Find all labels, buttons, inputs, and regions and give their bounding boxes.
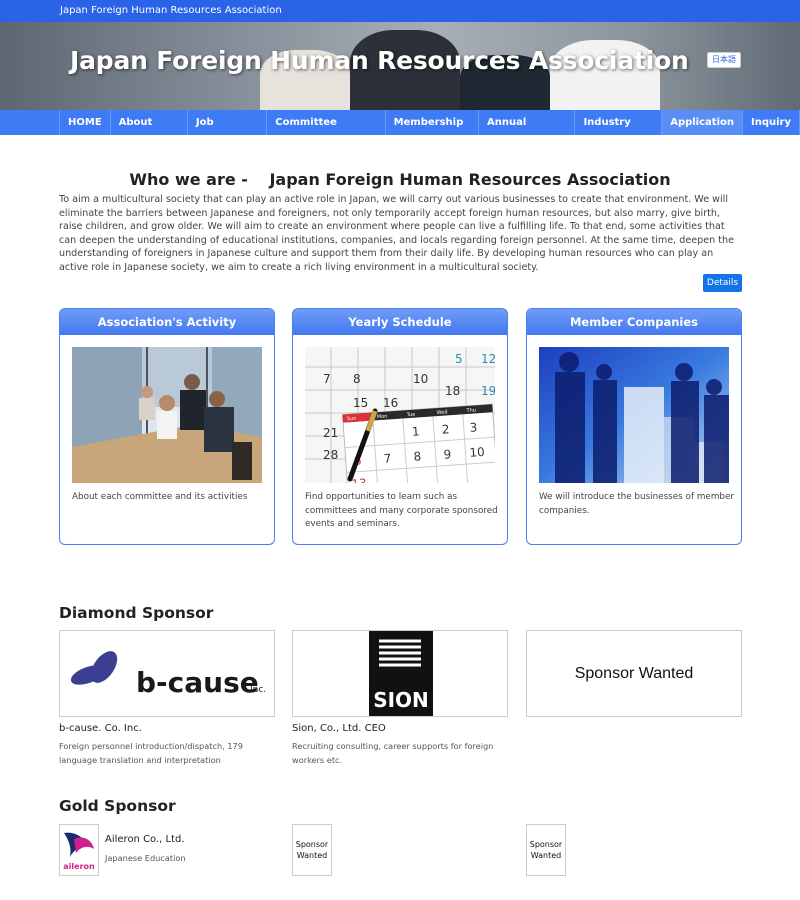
card-text: About each committee and its activities bbox=[72, 492, 248, 502]
details-button[interactable]: Details bbox=[703, 274, 742, 292]
calendar-front-cell: 9 bbox=[443, 447, 452, 461]
topbar-title: Japan Foreign Human Resources Associatio… bbox=[60, 5, 282, 16]
calendar-front-cell: 10 bbox=[469, 445, 485, 460]
sponsor-name: Sion, Co., Ltd. CEO bbox=[292, 723, 386, 734]
bcause-logo-text: b-cause bbox=[136, 666, 259, 699]
main-nav: HOME About JFHRA Job classified Committe… bbox=[0, 110, 800, 153]
nav-membership-list[interactable]: Membership list bbox=[384, 110, 478, 153]
calendar-front-cell: 1 bbox=[411, 424, 420, 438]
sponsor-name: b-cause. Co. Inc. bbox=[59, 723, 142, 734]
sion-logo-text: SION bbox=[373, 688, 429, 712]
nav-committee[interactable]: Committee acitivities bbox=[266, 110, 384, 153]
bcause-logo-suffix: Inc. bbox=[250, 685, 266, 695]
gold-sponsor-heading: Gold Sponsor bbox=[59, 797, 176, 815]
card-association-activity[interactable]: Association's Activity About each commit… bbox=[59, 308, 275, 545]
business-photo bbox=[539, 347, 729, 483]
calendar-front-cell: 8 bbox=[413, 449, 422, 463]
site-topbar: Japan Foreign Human Resources Associatio… bbox=[0, 0, 800, 22]
meeting-photo bbox=[72, 347, 262, 483]
calendar-day-header: Tue bbox=[406, 412, 416, 419]
calendar-photo: 5 12 7 8 10 19 15 16 18 21 22 28 29 Sun bbox=[305, 347, 495, 483]
card-title: Association's Activity bbox=[60, 309, 274, 335]
calendar-front-cell: 3 bbox=[469, 420, 478, 434]
diamond-sponsor-heading: Diamond Sponsor bbox=[59, 604, 214, 622]
calendar-front-cell: 7 bbox=[383, 451, 392, 465]
calendar-back-cell: 8 bbox=[353, 372, 361, 386]
nav-industry-event[interactable]: Industry Event bbox=[574, 110, 661, 153]
sponsor-description: Foreign personnel introduction/dispatch,… bbox=[59, 741, 243, 765]
hero-banner: Japan Foreign Human Resources Associatio… bbox=[0, 22, 800, 110]
sponsor-description: Recruiting consulting, career supports f… bbox=[292, 741, 494, 765]
sponsor-logo-bcause[interactable]: b-cause Inc. bbox=[59, 630, 275, 717]
nav-job-classified[interactable]: Job classified bbox=[186, 110, 266, 153]
nav-application[interactable]: Application bbox=[661, 110, 742, 135]
calendar-back-cell: 21 bbox=[323, 426, 338, 440]
calendar-day-header: Wed bbox=[436, 409, 447, 416]
language-switch-button[interactable]: 日本語 bbox=[707, 52, 741, 68]
intro-heading: Who we are - Japan Foreign Human Resourc… bbox=[129, 170, 671, 189]
card-yearly-schedule[interactable]: Yearly Schedule 5 12 7 8 10 19 15 16 18 … bbox=[292, 308, 508, 545]
sponsor-logo-aileron[interactable]: aileron bbox=[59, 824, 99, 876]
calendar-front-cell: 2 bbox=[441, 422, 450, 436]
calendar-back-cell: 12 bbox=[481, 352, 495, 366]
card-text: Find opportunities to learn such as comm… bbox=[305, 492, 498, 529]
card-title: Member Companies bbox=[527, 309, 741, 335]
aileron-logo-text: aileron bbox=[63, 862, 95, 871]
calendar-back-cell: 15 bbox=[353, 396, 368, 410]
calendar-back-cell: 18 bbox=[445, 384, 460, 398]
sponsor-description: Japanese Education bbox=[105, 853, 186, 863]
calendar-day-header: Sun bbox=[347, 416, 357, 423]
calendar-day-header: Thu bbox=[465, 407, 476, 414]
hero-title: Japan Foreign Human Resources Associatio… bbox=[70, 46, 689, 75]
nav-inquiry[interactable]: Inquiry bbox=[742, 110, 800, 135]
card-title: Yearly Schedule bbox=[293, 309, 507, 335]
sponsor-name: Aileron Co., Ltd. bbox=[105, 834, 185, 845]
calendar-back-cell: 19 bbox=[481, 384, 495, 398]
calendar-back-cell: 5 bbox=[455, 352, 463, 366]
sponsor-wanted-small[interactable]: Sponsor Wanted bbox=[526, 824, 566, 876]
sponsor-wanted-box[interactable]: Sponsor Wanted bbox=[526, 630, 742, 717]
sponsor-wanted-small[interactable]: Sponsor Wanted bbox=[292, 824, 332, 876]
nav-home[interactable]: HOME bbox=[59, 110, 110, 135]
calendar-back-cell: 7 bbox=[323, 372, 331, 386]
calendar-day-header: Mon bbox=[377, 414, 388, 421]
calendar-back-cell: 10 bbox=[413, 372, 428, 386]
intro-text: To aim a multicultural society that can … bbox=[59, 194, 735, 273]
calendar-front-cell: 13 bbox=[351, 476, 367, 483]
nav-annual-schedule[interactable]: Annual Schedule bbox=[478, 110, 574, 153]
card-member-companies[interactable]: Member Companies We will introduce the b… bbox=[526, 308, 742, 545]
card-text: We will introduce the businesses of memb… bbox=[539, 492, 734, 516]
nav-about[interactable]: About JFHRA bbox=[109, 110, 187, 153]
sponsor-logo-sion[interactable]: SION bbox=[292, 630, 508, 717]
calendar-back-cell: 16 bbox=[383, 396, 398, 410]
calendar-back-cell: 28 bbox=[323, 448, 338, 462]
